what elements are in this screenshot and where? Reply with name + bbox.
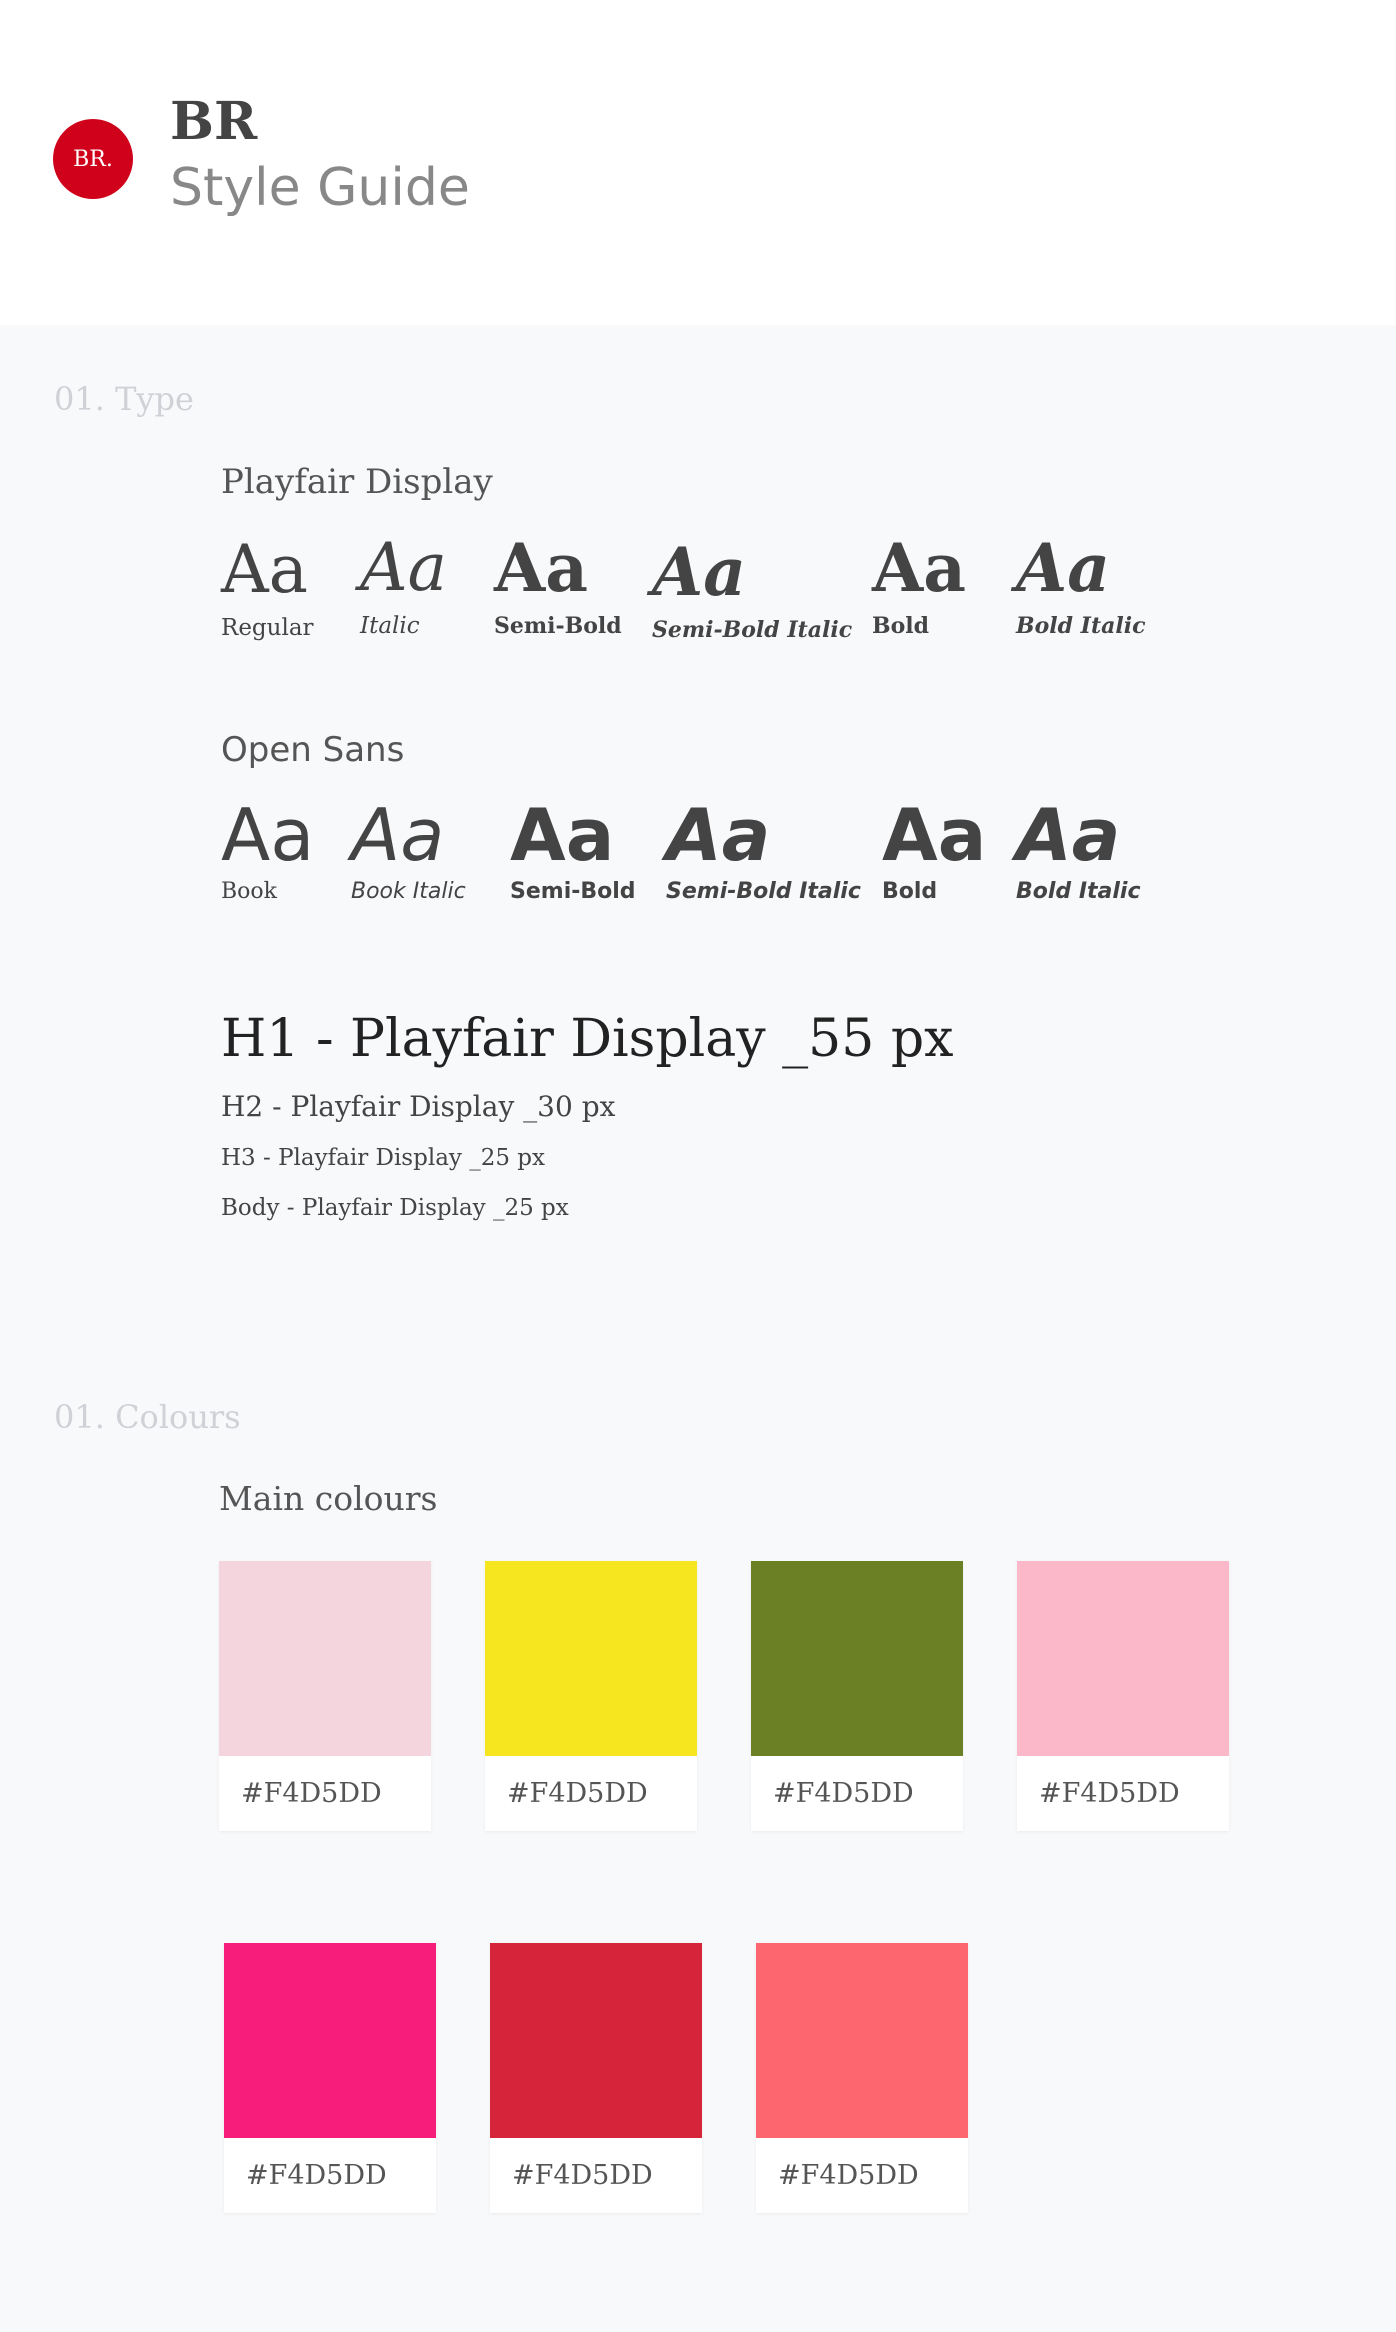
sample-label: Semi-Bold Italic — [652, 617, 853, 643]
colours-section-label: 01. Colours — [54, 1398, 241, 1436]
sample-glyph: Aa — [494, 529, 588, 607]
colour-swatch: #F4D5DD — [490, 1943, 702, 2213]
colour-chip — [751, 1561, 963, 1756]
sample-label: Bold Italic — [1016, 879, 1141, 904]
sample-glyph: Aa — [652, 533, 746, 611]
sample-glyph: Aa — [221, 793, 315, 877]
h1-spec: H1 - Playfair Display _55 px — [221, 1009, 954, 1069]
header: BR. BR Style Guide — [0, 0, 1396, 325]
h3-spec: H3 - Playfair Display _25 px — [221, 1145, 545, 1171]
colour-hex: #F4D5DD — [773, 1778, 914, 1809]
opensans-semibold-italic-sample: Aa Semi-Bold Italic — [666, 799, 861, 903]
playfair-bold-sample: Aa Bold — [872, 535, 966, 637]
colour-chip — [224, 1943, 436, 2138]
colour-swatch: #F4D5DD — [224, 1943, 436, 2213]
type-section-label: 01. Type — [54, 380, 194, 418]
playfair-italic-sample: Aa Italic — [360, 535, 447, 638]
colour-chip — [1017, 1561, 1229, 1756]
sample-label: Semi-Bold Italic — [666, 879, 861, 904]
sample-glyph: Aa — [666, 793, 771, 877]
opensans-bold-italic-sample: Aa Bold Italic — [1016, 799, 1141, 903]
playfair-family-name: Playfair Display — [221, 462, 493, 502]
colour-chip — [219, 1561, 431, 1756]
logo-text: BR. — [73, 146, 113, 172]
playfair-semibold-italic-sample: Aa Semi-Bold Italic — [652, 539, 852, 641]
main-colours-title: Main colours — [219, 1479, 438, 1518]
brand-title: BR — [170, 91, 258, 152]
style-guide-body: 01. Type Playfair Display Aa Regular Aa … — [0, 325, 1396, 2332]
brand-logo: BR. — [53, 119, 133, 199]
opensans-book-sample: Aa Book — [221, 799, 314, 903]
sample-glyph: Aa — [351, 793, 445, 877]
sample-label: Semi-Bold — [494, 613, 622, 639]
h2-spec: H2 - Playfair Display _30 px — [221, 1090, 616, 1123]
sample-label: Bold — [872, 613, 930, 639]
sample-glyph: Aa — [510, 793, 615, 877]
opensans-bold-sample: Aa Bold — [882, 799, 986, 903]
colour-swatch: #F4D5DD — [1017, 1561, 1229, 1831]
colour-chip — [756, 1943, 968, 2138]
playfair-semibold-sample: Aa Semi-Bold — [494, 535, 622, 637]
sample-glyph: Aa — [360, 529, 448, 606]
colour-swatch: #F4D5DD — [756, 1943, 968, 2213]
colour-chip — [485, 1561, 697, 1756]
sample-label: Bold Italic — [1016, 613, 1146, 639]
colour-hex: #F4D5DD — [1039, 1778, 1180, 1809]
sample-glyph: Aa — [1016, 793, 1121, 877]
colour-swatch: #F4D5DD — [485, 1561, 697, 1831]
sample-glyph: Aa — [872, 529, 966, 607]
colour-chip — [490, 1943, 702, 2138]
sample-label: Regular — [221, 615, 314, 641]
sample-label: Book Italic — [351, 879, 466, 904]
sample-label: Italic — [360, 613, 420, 639]
sample-label: Semi-Bold — [510, 879, 636, 904]
colour-hex: #F4D5DD — [241, 1778, 382, 1809]
colour-swatch: #F4D5DD — [751, 1561, 963, 1831]
opensans-family-name: Open Sans — [221, 730, 405, 770]
opensans-semibold-sample: Aa Semi-Bold — [510, 799, 636, 903]
colour-hex: #F4D5DD — [778, 2160, 919, 2191]
sample-label: Book — [221, 879, 277, 904]
opensans-book-italic-sample: Aa Book Italic — [351, 799, 466, 903]
sample-glyph: Aa — [221, 531, 309, 608]
sample-label: Bold — [882, 879, 938, 904]
colour-hex: #F4D5DD — [512, 2160, 653, 2191]
sample-glyph: Aa — [1016, 529, 1110, 607]
sample-glyph: Aa — [882, 793, 987, 877]
playfair-regular-sample: Aa Regular — [221, 537, 314, 640]
playfair-bold-italic-sample: Aa Bold Italic — [1016, 535, 1146, 637]
colour-hex: #F4D5DD — [507, 1778, 648, 1809]
colour-hex: #F4D5DD — [246, 2160, 387, 2191]
body-spec: Body - Playfair Display _25 px — [221, 1195, 569, 1221]
colour-swatch: #F4D5DD — [219, 1561, 431, 1831]
brand-subtitle: Style Guide — [170, 158, 470, 218]
